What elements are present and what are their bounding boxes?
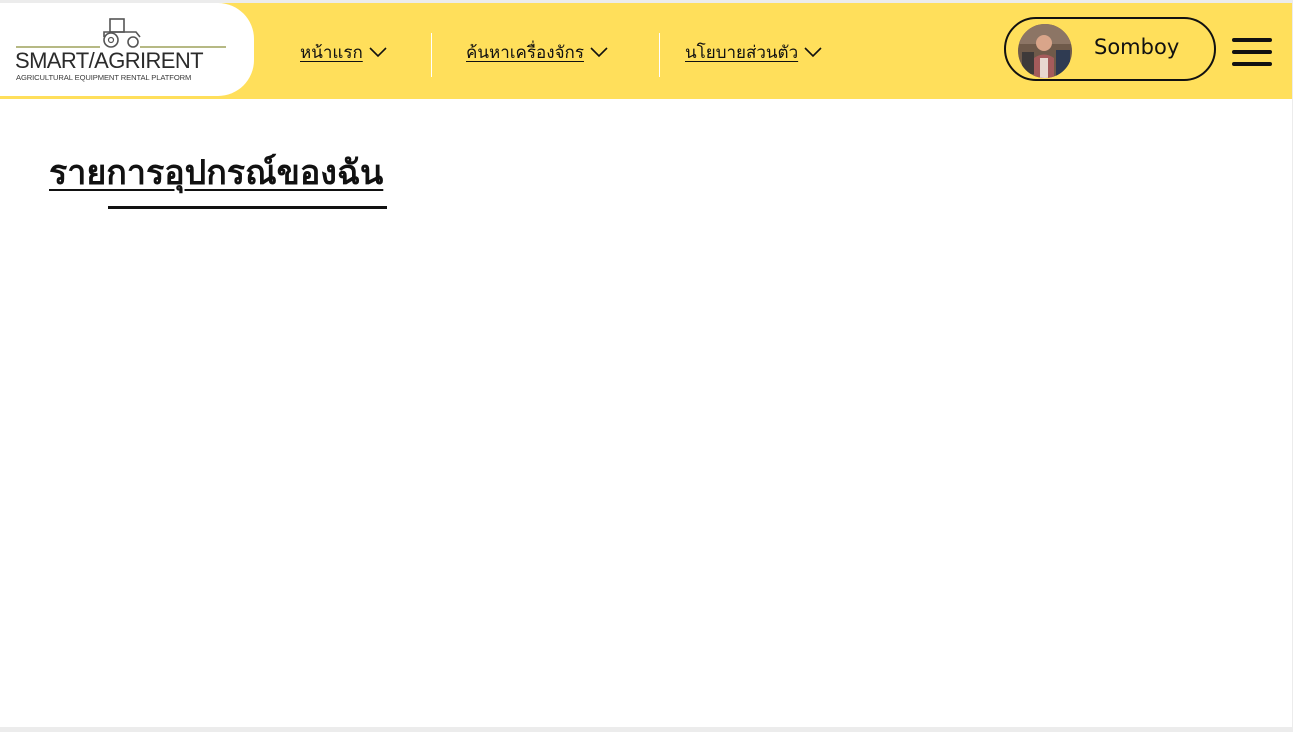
chevron-down-icon [804,43,822,63]
nav-home-label: หน้าแรก [300,43,363,63]
page: SMART/AGRIRENT AGRICULTURAL EQUIPMENT RE… [0,3,1292,727]
nav-search-machines[interactable]: ค้นหาเครื่องจักร [466,39,608,66]
logo-title: SMART/AGRIRENT [15,48,204,73]
top-navbar: SMART/AGRIRENT AGRICULTURAL EQUIPMENT RE… [0,3,1292,99]
logo[interactable]: SMART/AGRIRENT AGRICULTURAL EQUIPMENT RE… [0,3,254,96]
chevron-down-icon [590,43,608,63]
page-title: รายการอุปกรณ์ของฉัน [49,153,384,193]
nav-privacy-policy-label: นโยบายส่วนตัว [685,43,799,63]
nav-privacy-policy[interactable]: นโยบายส่วนตัว [685,39,822,66]
logo-subtitle: AGRICULTURAL EQUIPMENT RENTAL PLATFORM [16,73,192,82]
avatar [1018,24,1072,78]
nav-home[interactable]: หน้าแรก [300,39,387,66]
user-name: Somboy [1094,35,1180,59]
nav-divider [659,33,660,77]
hamburger-menu-icon[interactable] [1232,36,1274,68]
chevron-down-icon [369,43,387,63]
nav-search-machines-label: ค้นหาเครื่องจักร [466,43,584,63]
tractor-icon [16,18,226,48]
user-profile-button[interactable]: Somboy [1004,17,1216,81]
nav-divider [431,33,432,77]
title-underline-divider [108,206,387,209]
